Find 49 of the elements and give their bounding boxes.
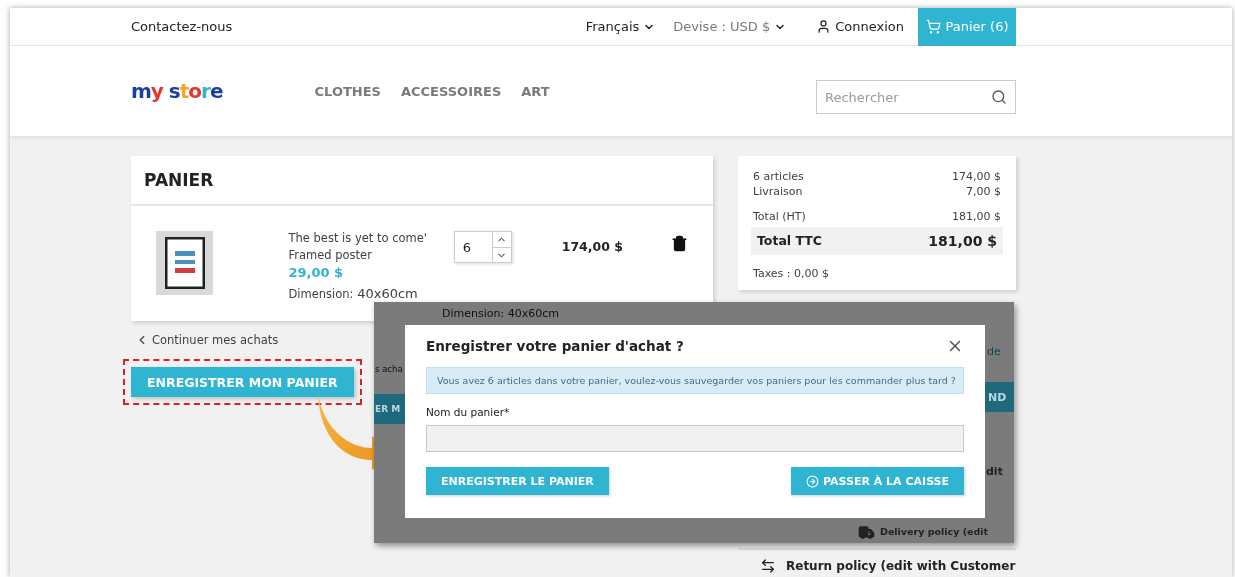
summary-label: Total (HT) xyxy=(753,210,806,223)
taxes-text: Taxes : 0,00 $ xyxy=(753,267,829,280)
summary-value: 7,00 $ xyxy=(966,185,1001,198)
nav-link[interactable]: CLOTHES xyxy=(314,83,381,99)
line-total: 174,00 $ xyxy=(561,239,623,254)
text-fragment: dit xyxy=(986,465,1003,478)
login-link[interactable]: Connexion xyxy=(816,19,904,34)
summary-value: 174,00 $ xyxy=(952,170,1001,183)
delivery-policy-text: Delivery policy (edit xyxy=(880,526,989,537)
product-price: 29,00 $ xyxy=(288,265,345,280)
cart-title: PANIER xyxy=(131,156,713,206)
product-name[interactable]: The best is yet to come' xyxy=(288,231,454,245)
summary-value: 181,00 $ xyxy=(952,210,1001,223)
summary-label: 6 articles xyxy=(753,170,804,183)
search-field[interactable]: Rechercher xyxy=(816,80,1016,114)
currency-dropdown[interactable]: Devise : USD $ xyxy=(673,19,787,34)
button-fragment: ER M xyxy=(374,394,405,424)
dialog-title: Enregistrer votre panier d'achat ? xyxy=(426,338,684,354)
nav-link[interactable]: ART xyxy=(521,83,550,99)
exchange-arrows-icon xyxy=(760,558,776,574)
cart-icon xyxy=(925,19,941,34)
language-dropdown[interactable]: Français xyxy=(585,19,656,34)
product-subtitle: Framed poster xyxy=(288,248,373,262)
button-fragment: ND xyxy=(985,382,1014,412)
truck-icon xyxy=(858,524,875,541)
summary-label: Livraison xyxy=(753,185,803,198)
search-icon[interactable] xyxy=(991,89,1007,105)
checkout-button[interactable]: PASSER À LA CAISSE xyxy=(791,467,964,495)
cart-name-field[interactable] xyxy=(426,425,964,452)
trash-icon[interactable] xyxy=(671,235,688,252)
product-dimension: Dimension: 40x60cm xyxy=(288,286,419,301)
cart-button[interactable]: Panier (6) xyxy=(918,8,1016,46)
nav-link[interactable]: ACCESSOIRES xyxy=(400,83,502,99)
info-message: Vous avez 6 articles dans votre panier, voulez-vous sauvegarder vos paniers pour les commander plus tard ? xyxy=(426,367,964,394)
contact-text: Contactez-nous xyxy=(131,19,233,34)
field-label: Nom du panier* xyxy=(426,406,511,418)
dimension-text: Dimension: 40x60cm xyxy=(442,307,559,320)
user-icon xyxy=(816,19,832,34)
link-fragment: de xyxy=(987,345,1001,358)
save-cart-button[interactable]: ENREGISTRER LE PANIER xyxy=(426,467,609,495)
total-value: 181,00 $ xyxy=(928,233,997,249)
store-logo: my store xyxy=(131,79,223,103)
total-label: Total TTC xyxy=(757,233,822,249)
save-cart-button[interactable]: ENREGISTRER MON PANIER xyxy=(131,367,354,397)
arrow-circle-icon xyxy=(806,474,820,488)
return-policy-text: Return policy (edit with Customer xyxy=(786,559,1016,573)
poster-thumbnail xyxy=(156,231,214,295)
link-fragment: s acha xyxy=(375,364,403,374)
continue-shopping-link[interactable]: Continuer mes achats xyxy=(135,333,279,347)
